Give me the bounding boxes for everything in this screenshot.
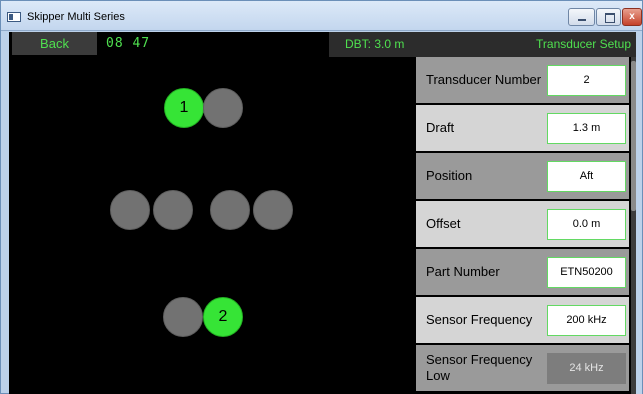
transducer-slot-dot[interactable] (203, 88, 243, 128)
transducer-layout-diagram: 1 2 (9, 57, 416, 394)
title-bar[interactable]: Skipper Multi Series x (1, 1, 642, 31)
part-number-field[interactable]: ETN50200 (547, 257, 626, 288)
page-title: Transducer Setup (536, 37, 631, 51)
transducer-2-dot[interactable]: 2 (203, 297, 243, 337)
settings-list: Transducer Number 2 Draft 1.3 m Position… (416, 57, 629, 394)
setting-label: Sensor Frequency Low (426, 352, 533, 383)
transducer-1-dot[interactable]: 1 (164, 88, 204, 128)
depth-readout: DBT: 3.0 m (345, 37, 405, 51)
setting-row-part-number[interactable]: Part Number ETN50200 (416, 249, 629, 295)
clock-readout: 08 47 (106, 36, 151, 51)
setting-row-offset[interactable]: Offset 0.0 m (416, 201, 629, 247)
app-client-area: Back 08 47 DBT: 3.0 m Transducer Setup 1… (9, 32, 636, 394)
transducer-slot-dot[interactable] (210, 190, 250, 230)
setting-label: Sensor Frequency (426, 312, 533, 327)
setting-row-transducer-number[interactable]: Transducer Number 2 (416, 57, 629, 103)
setting-label: Position (426, 168, 473, 183)
top-bar: Back 08 47 DBT: 3.0 m Transducer Setup (9, 32, 636, 57)
sensor-frequency-field[interactable]: 200 kHz (547, 305, 626, 336)
setting-row-draft[interactable]: Draft 1.3 m (416, 105, 629, 151)
setting-label: Transducer Number (426, 72, 542, 87)
window-title: Skipper Multi Series (27, 11, 125, 23)
setting-row-position[interactable]: Position Aft (416, 153, 629, 199)
maximize-button[interactable] (596, 8, 621, 26)
app-icon (7, 12, 21, 22)
setting-row-sensor-frequency[interactable]: Sensor Frequency 200 kHz (416, 297, 629, 343)
setting-label: Draft (426, 120, 455, 135)
transducer-slot-dot[interactable] (163, 297, 203, 337)
transducer-slot-dot[interactable] (110, 190, 150, 230)
setting-row-sensor-frequency-low: Sensor Frequency Low 24 kHz (416, 345, 629, 391)
minimize-button[interactable] (568, 8, 595, 26)
setting-label: Offset (426, 216, 461, 231)
setting-label: Part Number (426, 264, 500, 279)
app-window: Skipper Multi Series x Back 08 47 DBT: 3… (0, 0, 643, 394)
back-button[interactable]: Back (12, 32, 97, 55)
offset-field[interactable]: 0.0 m (547, 209, 626, 240)
close-button[interactable]: x (622, 8, 642, 26)
sensor-frequency-low-field: 24 kHz (547, 353, 626, 384)
window-frame (636, 32, 642, 394)
transducer-slot-dot[interactable] (253, 190, 293, 230)
transducer-number-field[interactable]: 2 (547, 65, 626, 96)
position-field[interactable]: Aft (547, 161, 626, 192)
draft-field[interactable]: 1.3 m (547, 113, 626, 144)
transducer-slot-dot[interactable] (153, 190, 193, 230)
